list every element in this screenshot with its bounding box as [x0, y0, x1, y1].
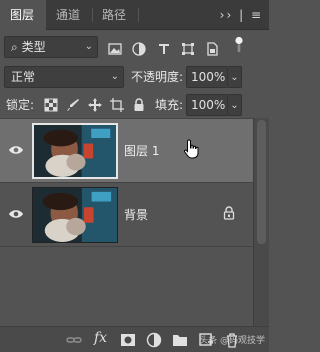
tab-divider — [138, 8, 139, 22]
panel-tab-bar: 图层 通道 路径 ›› | ≡ — [0, 0, 269, 30]
fx-icon[interactable]: fx — [94, 330, 110, 346]
layer-thumbnail[interactable] — [32, 123, 118, 179]
scrollbar-thumb[interactable] — [257, 120, 266, 244]
tab-channels[interactable]: 通道 — [46, 0, 92, 30]
lock-position-icon[interactable] — [88, 98, 102, 112]
lock-transparent-pixels-icon[interactable] — [44, 98, 58, 112]
layer-name[interactable]: 背景 — [124, 206, 148, 223]
filter-adjustment-icon[interactable] — [132, 42, 146, 56]
fill-dropdown-icon[interactable]: ⌄ — [228, 94, 242, 116]
chevron-down-icon: ⌄ — [84, 41, 93, 52]
fill-input[interactable]: 100% — [186, 94, 228, 116]
layer-thumbnail[interactable] — [32, 187, 118, 243]
search-icon: ⌕ — [11, 40, 18, 54]
new-group-icon[interactable] — [172, 332, 188, 348]
opacity-dropdown-icon[interactable]: ⌄ — [228, 66, 242, 88]
opacity-label: 不透明度: — [131, 70, 184, 84]
layer-filter-row: ⌕ 类型 ⌄ — [0, 34, 269, 60]
adjustment-layer-icon[interactable] — [146, 332, 162, 348]
opacity-input[interactable]: 100% — [186, 66, 228, 88]
layer-name[interactable]: 图层 1 — [124, 142, 159, 159]
fill-label: 填充: — [155, 98, 184, 112]
layer-row[interactable]: 图层 1 — [0, 119, 253, 183]
layers-bottom-toolbar: fx 头条 @码观技学 — [0, 326, 269, 352]
filter-kind-label: 类型 — [21, 40, 46, 54]
filter-kind-select[interactable]: ⌕ 类型 ⌄ — [4, 36, 98, 58]
chevron-down-icon: ⌄ — [110, 71, 119, 82]
lock-image-pixels-icon[interactable] — [66, 98, 80, 112]
filter-pixel-icon[interactable] — [108, 42, 122, 56]
watermark-text: 头条 @码观技学 — [199, 336, 265, 346]
filter-type-icon[interactable] — [157, 42, 171, 56]
layer-row[interactable]: 背景 — [0, 183, 253, 247]
blend-mode-select[interactable]: 正常 ⌄ — [4, 66, 124, 88]
link-layers-icon[interactable] — [66, 332, 82, 348]
lock-row: 锁定: 填充: 100% ⌄ — [0, 92, 269, 118]
hand-cursor-icon — [183, 139, 201, 159]
tab-layers[interactable]: 图层 — [0, 0, 46, 30]
layers-scrollbar[interactable] — [253, 118, 269, 326]
eye-icon[interactable] — [8, 144, 24, 156]
filter-toggle-icon[interactable] — [232, 36, 246, 53]
filter-smart-object-icon[interactable] — [205, 42, 219, 56]
blend-row: 正常 ⌄ 不透明度: 100% ⌄ — [0, 64, 269, 90]
eye-icon[interactable] — [8, 208, 24, 220]
lock-all-icon[interactable] — [132, 98, 146, 112]
lock-artboard-icon[interactable] — [110, 98, 124, 112]
lock-label: 锁定: — [6, 98, 35, 112]
blend-mode-value: 正常 — [11, 70, 36, 84]
add-mask-icon[interactable] — [120, 332, 136, 348]
layers-list: 图层 1 背景 — [0, 118, 269, 326]
filter-shape-icon[interactable] — [181, 42, 195, 56]
lock-icon — [222, 206, 236, 220]
tab-paths[interactable]: 路径 — [92, 0, 138, 30]
panel-menu-button[interactable]: ›› | ≡ — [220, 0, 263, 30]
